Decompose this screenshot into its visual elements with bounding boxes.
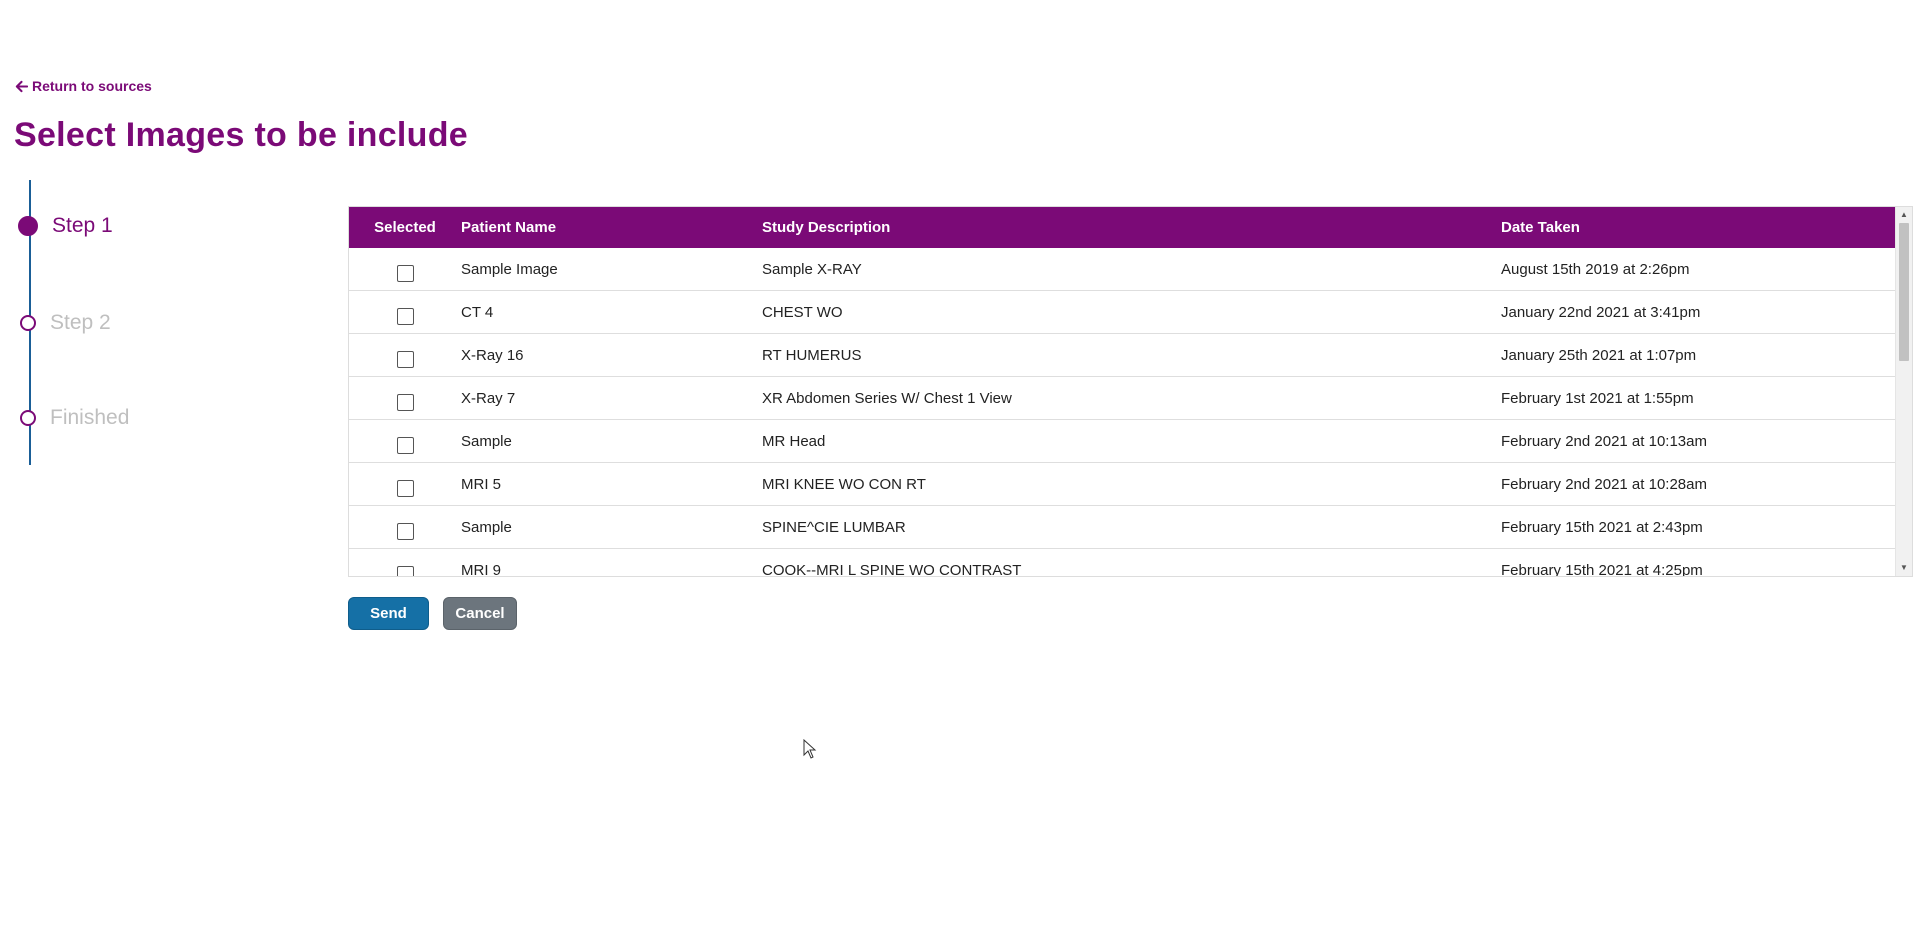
row-select-checkbox[interactable] bbox=[396, 436, 414, 454]
header-patient-name[interactable]: Patient Name bbox=[461, 207, 762, 248]
scroll-up-arrow-icon[interactable]: ▲ bbox=[1896, 208, 1912, 222]
cell-date-taken: February 2nd 2021 at 10:28am bbox=[1501, 462, 1895, 506]
step-1-active-dot-icon bbox=[18, 216, 38, 236]
table-header: Selected Patient Name Study Description … bbox=[349, 207, 1895, 248]
table-row[interactable]: Sample MR Head February 2nd 2021 at 10:1… bbox=[349, 419, 1895, 463]
header-selected[interactable]: Selected bbox=[349, 207, 461, 248]
table-row[interactable]: X-Ray 16 RT HUMERUS January 25th 2021 at… bbox=[349, 333, 1895, 377]
row-select-checkbox[interactable] bbox=[396, 479, 414, 497]
cell-date-taken: February 1st 2021 at 1:55pm bbox=[1501, 376, 1895, 420]
cell-date-taken: January 22nd 2021 at 3:41pm bbox=[1501, 290, 1895, 334]
row-select-checkbox[interactable] bbox=[396, 522, 414, 540]
table-row[interactable]: Sample Image Sample X-RAY August 15th 20… bbox=[349, 248, 1895, 291]
step-finished: Finished bbox=[20, 406, 129, 430]
cell-date-taken: February 2nd 2021 at 10:13am bbox=[1501, 419, 1895, 463]
table-row[interactable]: Sample SPINE^CIE LUMBAR February 15th 20… bbox=[349, 505, 1895, 549]
images-table: Selected Patient Name Study Description … bbox=[349, 207, 1895, 576]
mouse-pointer-icon bbox=[803, 739, 817, 759]
table-row[interactable]: CT 4 CHEST WO January 22nd 2021 at 3:41p… bbox=[349, 290, 1895, 334]
images-table-container: Selected Patient Name Study Description … bbox=[348, 206, 1913, 577]
cell-patient-name: MRI 5 bbox=[461, 462, 762, 506]
row-select-checkbox[interactable] bbox=[396, 565, 414, 576]
cell-study-description: MR Head bbox=[762, 419, 1501, 463]
row-select-checkbox[interactable] bbox=[396, 307, 414, 325]
scroll-down-arrow-icon[interactable]: ▼ bbox=[1896, 561, 1912, 575]
cell-date-taken: August 15th 2019 at 2:26pm bbox=[1501, 248, 1895, 291]
page-title: Select Images to be include bbox=[14, 116, 469, 154]
table-row[interactable]: MRI 9 COOK--MRI L SPINE WO CONTRAST Febr… bbox=[349, 548, 1895, 576]
row-select-checkbox[interactable] bbox=[396, 350, 414, 368]
scrollbar-thumb[interactable] bbox=[1899, 223, 1909, 361]
header-study-description[interactable]: Study Description bbox=[762, 207, 1501, 248]
cell-patient-name: Sample bbox=[461, 505, 762, 549]
cell-patient-name: Sample Image bbox=[461, 248, 762, 291]
cell-patient-name: CT 4 bbox=[461, 290, 762, 334]
table-row[interactable]: MRI 5 MRI KNEE WO CON RT February 2nd 20… bbox=[349, 462, 1895, 506]
cell-patient-name: X-Ray 7 bbox=[461, 376, 762, 420]
cell-patient-name: Sample bbox=[461, 419, 762, 463]
cancel-button[interactable]: Cancel bbox=[443, 597, 517, 630]
step-finished-label: Finished bbox=[50, 406, 130, 429]
cell-study-description: Sample X-RAY bbox=[762, 248, 1501, 291]
row-select-checkbox[interactable] bbox=[396, 264, 414, 282]
cell-study-description: SPINE^CIE LUMBAR bbox=[762, 505, 1501, 549]
step-2-label: Step 2 bbox=[50, 311, 111, 334]
page: Return to sources Select Images to be in… bbox=[0, 0, 1920, 937]
step-finished-dot-icon bbox=[20, 410, 36, 426]
header-date-taken[interactable]: Date Taken bbox=[1501, 207, 1895, 248]
cell-study-description: COOK--MRI L SPINE WO CONTRAST bbox=[762, 548, 1501, 576]
cell-date-taken: January 25th 2021 at 1:07pm bbox=[1501, 333, 1895, 377]
cell-date-taken: February 15th 2021 at 2:43pm bbox=[1501, 505, 1895, 549]
step-1-label: Step 1 bbox=[52, 214, 113, 237]
cell-patient-name: X-Ray 16 bbox=[461, 333, 762, 377]
cell-study-description: MRI KNEE WO CON RT bbox=[762, 462, 1501, 506]
step-2-dot-icon bbox=[20, 315, 36, 331]
step-1: Step 1 bbox=[18, 214, 113, 238]
table-row[interactable]: X-Ray 7 XR Abdomen Series W/ Chest 1 Vie… bbox=[349, 376, 1895, 420]
cell-study-description: CHEST WO bbox=[762, 290, 1501, 334]
table-body: Sample Image Sample X-RAY August 15th 20… bbox=[349, 248, 1895, 576]
stepper: Step 1 Step 2 Finished bbox=[0, 180, 300, 465]
cell-date-taken: February 15th 2021 at 4:25pm bbox=[1501, 548, 1895, 576]
row-select-checkbox[interactable] bbox=[396, 393, 414, 411]
cell-patient-name: MRI 9 bbox=[461, 548, 762, 576]
images-table-viewport[interactable]: Selected Patient Name Study Description … bbox=[349, 207, 1895, 576]
step-2: Step 2 bbox=[20, 311, 111, 335]
table-scrollbar[interactable]: ▲ ▼ bbox=[1895, 207, 1912, 576]
return-to-sources-link[interactable]: Return to sources bbox=[15, 78, 152, 94]
arrow-left-icon bbox=[15, 80, 28, 92]
cell-study-description: XR Abdomen Series W/ Chest 1 View bbox=[762, 376, 1501, 420]
return-to-sources-label: Return to sources bbox=[32, 78, 152, 94]
cell-study-description: RT HUMERUS bbox=[762, 333, 1501, 377]
send-button[interactable]: Send bbox=[348, 597, 429, 630]
